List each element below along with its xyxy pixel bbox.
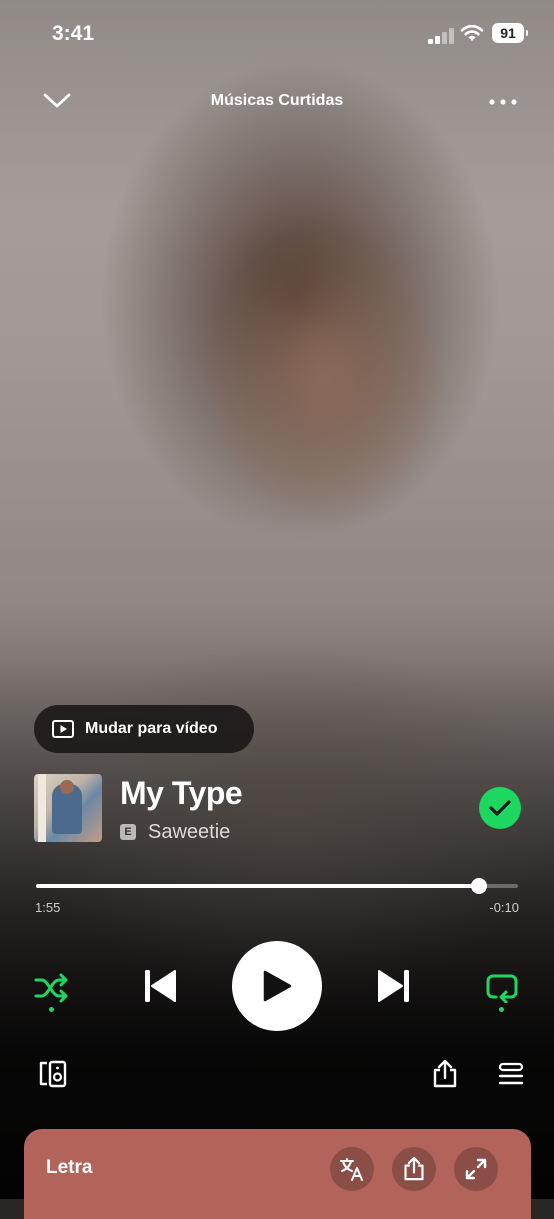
explicit-badge: E: [120, 824, 136, 840]
previous-track-button[interactable]: [138, 964, 182, 1008]
skip-previous-icon: [145, 970, 176, 1002]
play-button[interactable]: [232, 941, 322, 1031]
status-time: 3:41: [52, 22, 95, 45]
queue-icon: [498, 1062, 524, 1085]
translate-lyrics-button[interactable]: [330, 1147, 374, 1191]
repeat-button[interactable]: [482, 968, 522, 1012]
queue-button[interactable]: [497, 1060, 525, 1088]
expand-icon: [465, 1158, 487, 1180]
shuffle-icon: [34, 973, 68, 1003]
wifi-icon: [460, 24, 484, 41]
check-icon: [489, 800, 511, 816]
switch-to-video-label: Mudar para vídeo: [85, 720, 218, 737]
elapsed-time: 1:55: [35, 900, 61, 915]
cellular-signal-icon: [428, 28, 454, 44]
video-icon: [52, 720, 74, 738]
status-bar: 3:41 91: [0, 22, 554, 50]
next-track-button[interactable]: [372, 964, 416, 1008]
progress-bar[interactable]: [36, 878, 518, 894]
share-icon: [404, 1156, 424, 1181]
playlist-context-title: Músicas Curtidas: [210, 92, 344, 109]
switch-to-video-button[interactable]: Mudar para vídeo: [34, 705, 254, 753]
progress-fill: [36, 884, 480, 888]
play-icon: [263, 970, 292, 1002]
devices-icon: [39, 1060, 67, 1088]
connect-device-button[interactable]: [38, 1058, 70, 1090]
shuffle-button[interactable]: [32, 968, 72, 1012]
more-options-icon[interactable]: [488, 98, 518, 106]
expand-lyrics-button[interactable]: [454, 1147, 498, 1191]
battery-indicator: 91: [492, 23, 528, 43]
liked-checkmark-button[interactable]: [479, 787, 521, 829]
album-cover-thumbnail[interactable]: [34, 774, 102, 842]
lyrics-card[interactable]: Letra: [24, 1129, 531, 1219]
skip-next-icon: [378, 970, 409, 1002]
artist-name[interactable]: Saweetie: [148, 821, 230, 844]
player-header: Músicas Curtidas: [0, 82, 554, 122]
share-lyrics-button[interactable]: [392, 1147, 436, 1191]
lyrics-title: Letra: [46, 1157, 93, 1178]
share-button[interactable]: [430, 1059, 460, 1089]
share-icon: [433, 1059, 457, 1088]
track-title[interactable]: My Type: [120, 775, 243, 812]
translate-icon: [340, 1158, 363, 1181]
repeat-icon: [486, 974, 518, 1003]
remaining-time: -0:10: [489, 900, 519, 915]
